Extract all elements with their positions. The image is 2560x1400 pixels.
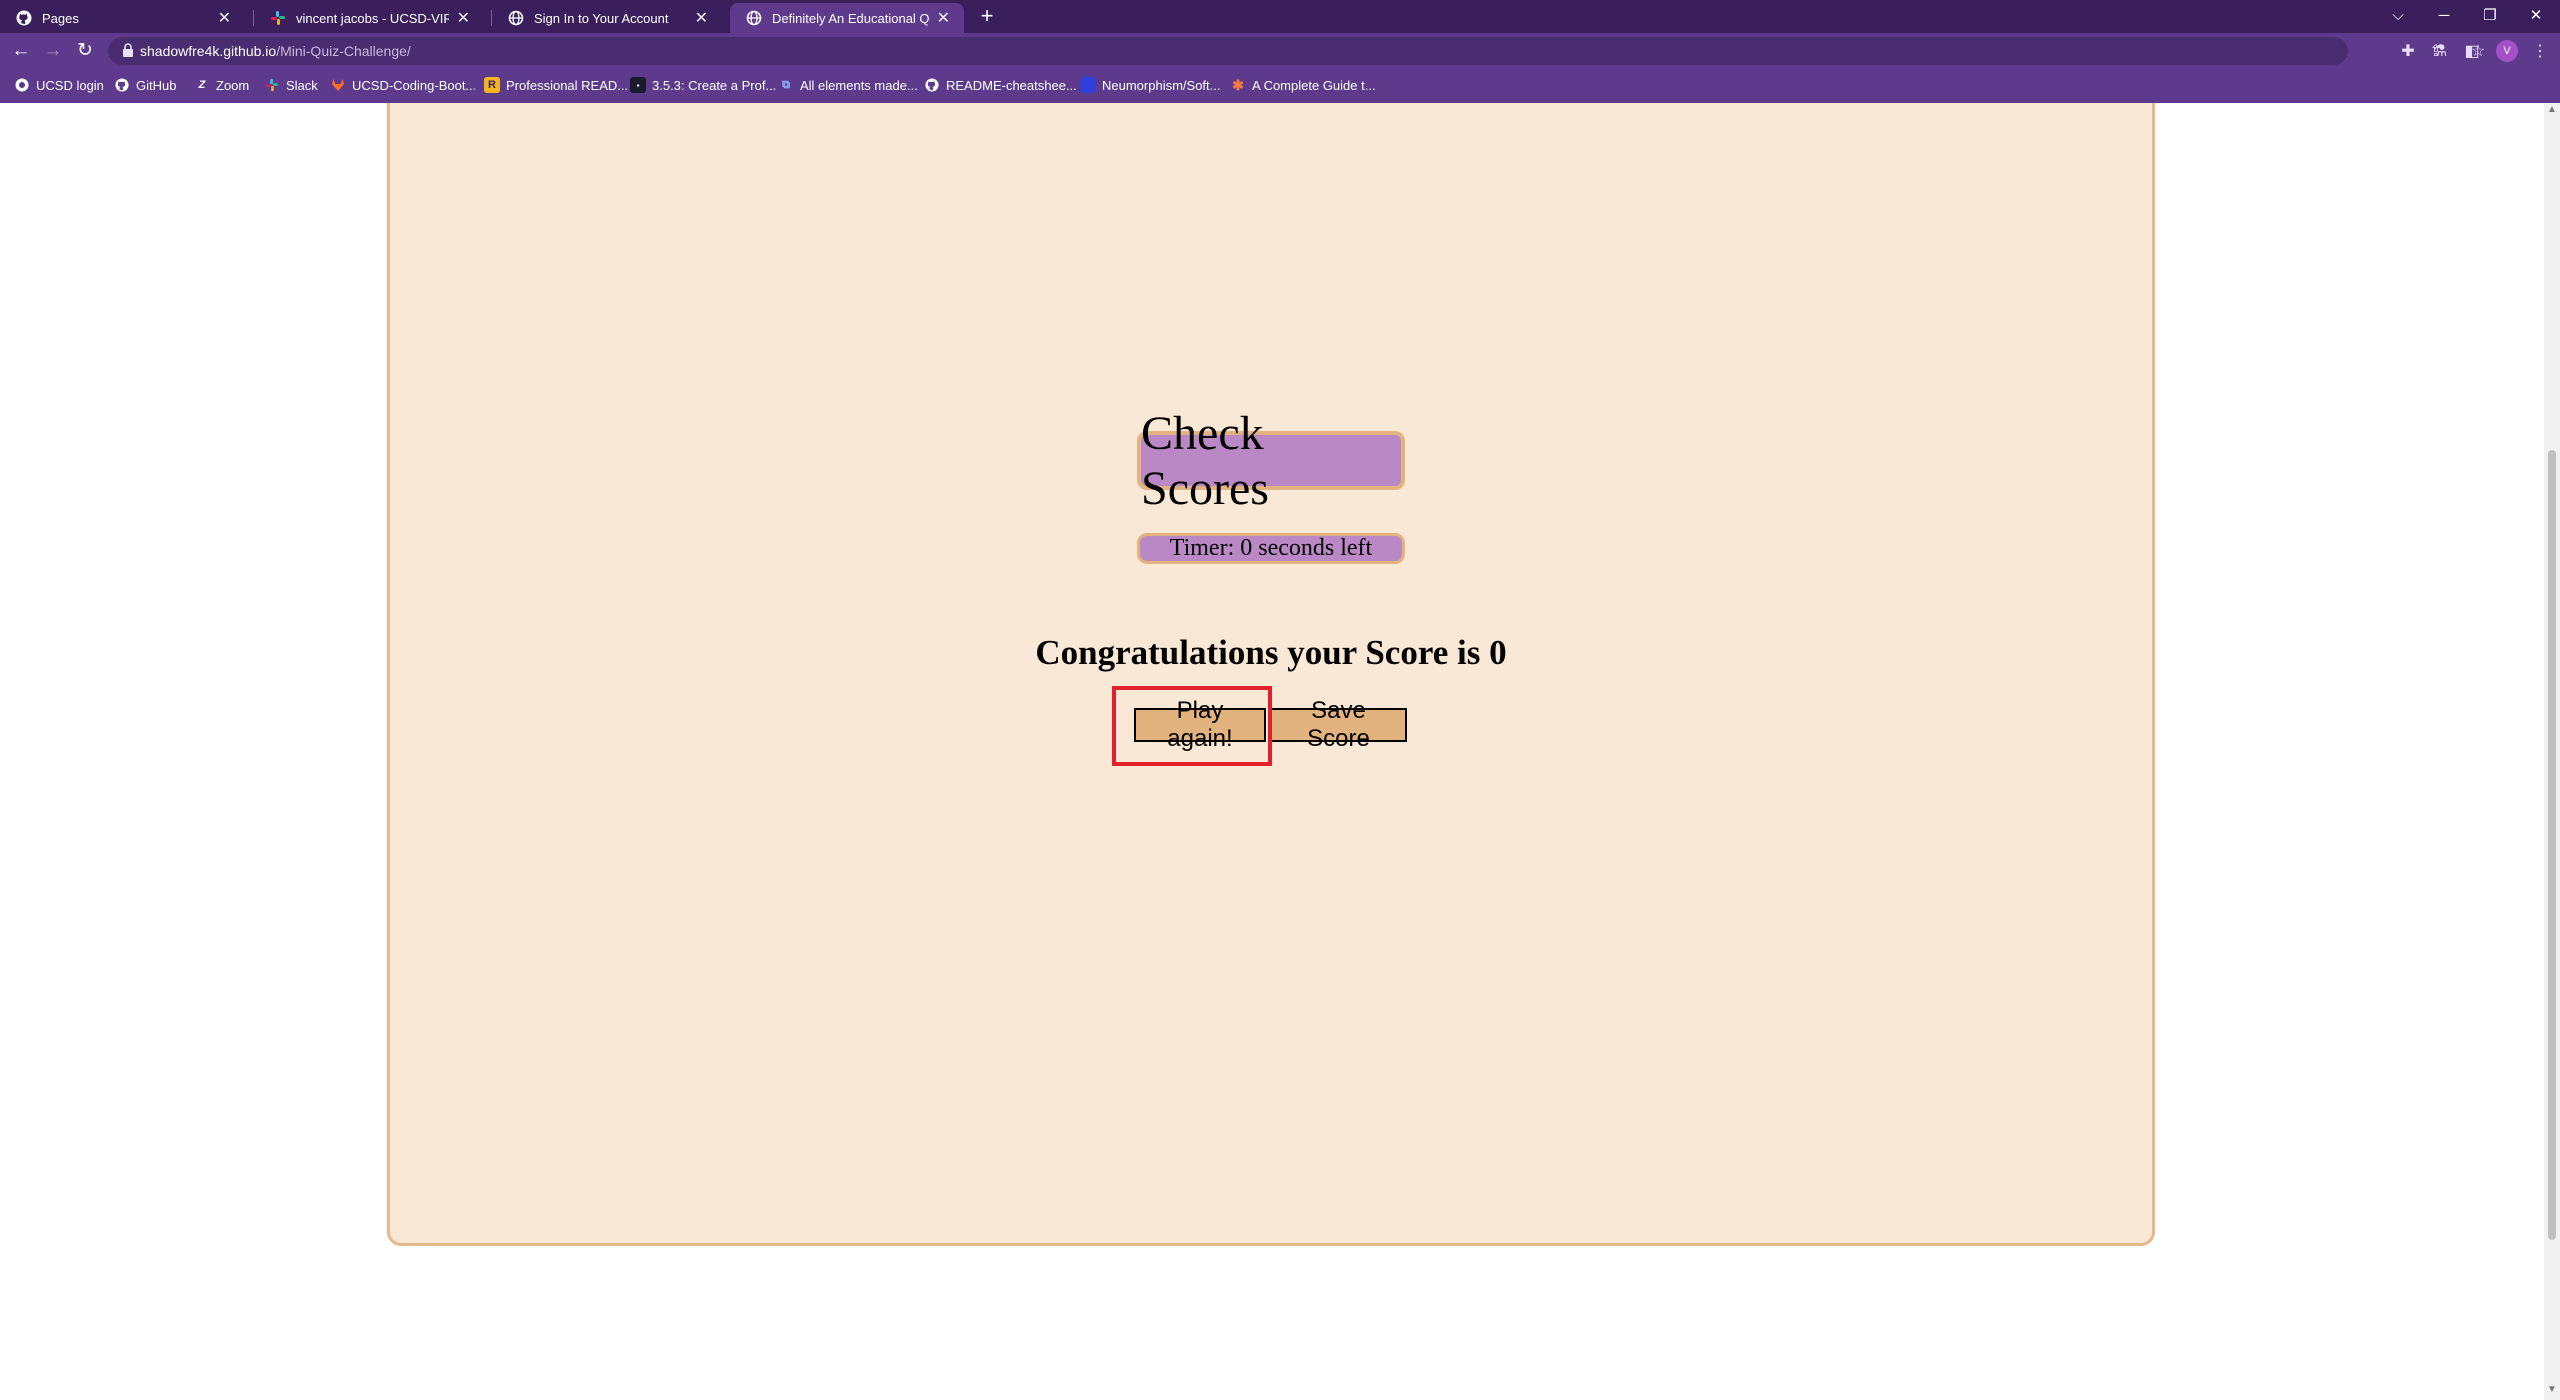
url-text[interactable]: shadowfre4k.github.io/Mini-Quiz-Challeng…: [140, 43, 411, 59]
check-scores-button[interactable]: Check Scores: [1137, 407, 1405, 515]
back-icon[interactable]: ←: [9, 39, 33, 63]
close-tab-icon[interactable]: ✕: [695, 8, 708, 28]
tab-slack[interactable]: vincent jacobs - UCSD-VIRT-FSF ✕: [254, 3, 484, 33]
css-tricks-icon: ✱: [1232, 76, 1244, 93]
bookmark-create-a-profile[interactable]: ▪ 3.5.3: Create a Prof...: [630, 77, 776, 93]
bookmark-neumorphism[interactable]: Neumorphism/Soft...: [1080, 77, 1221, 93]
bookmark-slack[interactable]: Slack: [264, 77, 318, 93]
close-tab-icon[interactable]: ✕: [457, 8, 470, 28]
tab-pages[interactable]: Pages ✕: [0, 3, 245, 33]
save-score-button[interactable]: Save Score: [1270, 697, 1407, 752]
neumorphism-icon: [1080, 77, 1096, 93]
tab-title: vincent jacobs - UCSD-VIRT-FSF: [296, 10, 449, 26]
slack-icon: [264, 77, 280, 93]
scroll-down-arrow-icon[interactable]: ▼: [2546, 1384, 2558, 1396]
bookmark-ucsd-coding-boot[interactable]: UCSD-Coding-Boot...: [330, 77, 476, 93]
globe-icon: [746, 10, 762, 26]
github-icon: [16, 10, 32, 26]
minimize-icon[interactable]: ─: [2422, 0, 2466, 30]
elements-icon: ⧉: [782, 78, 790, 91]
ucsd-icon: [14, 77, 30, 93]
page-viewport: Check Scores Timer: 0 seconds left Congr…: [0, 103, 2544, 1400]
bookmark-label: GitHub: [136, 77, 177, 93]
tab-educational-quiz[interactable]: Definitely An Educational Quiz ✕: [730, 3, 964, 33]
extension-icon[interactable]: ⚗: [2430, 41, 2450, 61]
bookmark-complete-guide[interactable]: ✱ A Complete Guide t...: [1230, 76, 1376, 93]
tab-search-icon[interactable]: ⌵: [2376, 0, 2420, 30]
github-icon: [924, 77, 940, 93]
bookmark-github[interactable]: GitHub: [114, 77, 176, 93]
bookmark-all-elements[interactable]: ⧉ All elements made...: [778, 77, 918, 93]
url-host: shadowfre4k.github.io: [140, 43, 277, 59]
zoom-icon: Z: [198, 79, 206, 91]
close-window-icon[interactable]: ✕: [2514, 0, 2558, 30]
close-tab-icon[interactable]: ✕: [937, 8, 950, 28]
close-tab-icon[interactable]: ✕: [218, 8, 231, 28]
bookmark-readme-cheatsheet[interactable]: README-cheatshee...: [924, 77, 1077, 93]
address-bar[interactable]: shadowfre4k.github.io/Mini-Quiz-Challeng…: [108, 37, 2485, 65]
tab-strip: Pages ✕ vincent jacobs - UCSD-VIRT-FSF ✕…: [0, 0, 2560, 33]
bookmark-label: Slack: [286, 77, 318, 93]
play-again-button[interactable]: Play again!: [1134, 697, 1266, 752]
bookmark-label: Zoom: [216, 77, 250, 93]
new-tab-button[interactable]: +: [975, 4, 999, 28]
bookmarks-bar: UCSD login GitHub Z Zoom Slack UCSD-Codi…: [0, 69, 2560, 103]
lock-icon: [123, 43, 133, 57]
readme-icon: R: [484, 77, 500, 93]
bookmark-label: UCSD login: [36, 77, 104, 93]
quiz-container: [387, 103, 2155, 1246]
tab-sign-in[interactable]: Sign In to Your Account ✕: [492, 3, 722, 33]
bookmark-label: 3.5.3: Create a Prof...: [652, 77, 777, 93]
bookmark-label: Professional READ...: [506, 77, 629, 93]
gitlab-icon: [330, 77, 346, 93]
profile-avatar[interactable]: V: [2496, 40, 2518, 62]
bootcamp-icon: ▪: [630, 77, 646, 93]
globe-icon: [508, 10, 524, 26]
bookmark-label: README-cheatshee...: [946, 77, 1077, 93]
browser-toolbar: ← → ↻ shadowfre4k.github.io/Mini-Quiz-Ch…: [0, 33, 2560, 69]
timer-display: Timer: 0 seconds left: [1137, 533, 1405, 564]
bookmark-label: UCSD-Coding-Boot...: [352, 77, 477, 93]
slack-icon: [270, 10, 286, 26]
scrollbar-thumb[interactable]: [2548, 450, 2556, 1240]
extensions-icon[interactable]: ✚: [2398, 41, 2418, 61]
bookmark-ucsd-login[interactable]: UCSD login: [14, 77, 104, 93]
bookmark-zoom[interactable]: Z Zoom: [194, 77, 250, 93]
tab-title: Sign In to Your Account: [534, 10, 669, 26]
bookmark-label: A Complete Guide t...: [1252, 77, 1376, 93]
score-message: Congratulations your Score is 0: [1035, 633, 1507, 672]
side-panel-icon[interactable]: ◧: [2462, 41, 2482, 61]
scroll-up-arrow-icon[interactable]: ▲: [2546, 104, 2558, 116]
bookmark-label: All elements made...: [800, 77, 918, 93]
menu-icon[interactable]: ⋮: [2530, 41, 2550, 61]
bookmark-label: Neumorphism/Soft...: [1102, 77, 1221, 93]
restore-icon[interactable]: ❐: [2468, 0, 2512, 30]
tab-title: Definitely An Educational Quiz: [772, 10, 929, 26]
tab-title: Pages: [42, 10, 79, 26]
forward-icon[interactable]: →: [41, 39, 65, 63]
reload-icon[interactable]: ↻: [73, 39, 97, 63]
url-path: /Mini-Quiz-Challenge/: [276, 43, 411, 59]
bookmark-professional-readme[interactable]: R Professional READ...: [484, 77, 628, 93]
github-icon: [114, 77, 130, 93]
